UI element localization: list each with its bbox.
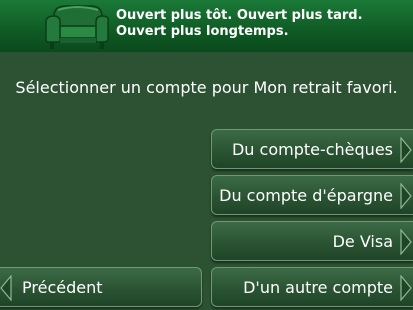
previous-label: Précédent: [22, 277, 103, 297]
savings-account-label: Du compte d'épargne: [219, 185, 393, 205]
armchair-logo: [45, 5, 110, 49]
chequing-account-button[interactable]: Du compte-chèques: [211, 129, 413, 169]
chevron-right-icon: [400, 137, 412, 163]
previous-button[interactable]: Précédent: [0, 267, 202, 307]
slogan: Ouvert plus tôt. Ouvert plus tard. Ouver…: [116, 8, 363, 40]
chevron-left-icon: [0, 275, 12, 301]
slogan-line-1: Ouvert plus tôt. Ouvert plus tard.: [116, 8, 363, 23]
slogan-line-2: Ouvert plus longtemps.: [116, 24, 289, 39]
header-banner: Ouvert plus tôt. Ouvert plus tard. Ouver…: [0, 0, 413, 52]
visa-account-button[interactable]: De Visa: [211, 221, 413, 261]
chevron-right-icon: [400, 275, 412, 301]
instruction-text: Sélectionner un compte pour Mon retrait …: [15, 78, 398, 97]
chevron-right-icon: [400, 229, 412, 255]
chevron-right-icon: [400, 183, 412, 209]
savings-account-button[interactable]: Du compte d'épargne: [211, 175, 413, 215]
other-account-label: D'un autre compte: [243, 277, 393, 297]
other-account-button[interactable]: D'un autre compte: [211, 267, 413, 307]
visa-account-label: De Visa: [332, 231, 393, 251]
chequing-account-label: Du compte-chèques: [231, 139, 393, 159]
